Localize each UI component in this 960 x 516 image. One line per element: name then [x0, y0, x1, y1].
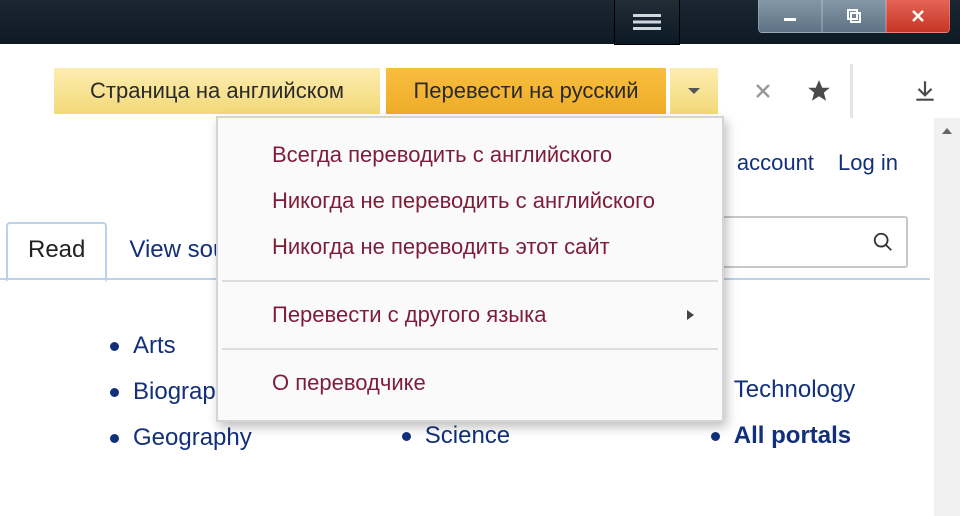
translate-toolbar: Страница на английском Перевести на русс…: [0, 64, 960, 120]
search-box[interactable]: [706, 216, 908, 268]
menu-divider: [222, 280, 718, 282]
bookmark-button[interactable]: [796, 68, 842, 114]
star-icon: [806, 78, 832, 104]
close-icon: [754, 82, 772, 100]
chevron-down-icon: [687, 86, 701, 96]
menu-never-translate-site[interactable]: Никогда не переводить этот сайт: [218, 224, 722, 270]
close-button[interactable]: [886, 0, 950, 33]
scrollbar[interactable]: [934, 118, 960, 516]
dismiss-toolbar-button[interactable]: [740, 68, 786, 114]
minimize-button[interactable]: [758, 0, 822, 33]
portal-link[interactable]: Geography: [110, 424, 252, 452]
create-account-link[interactable]: account: [737, 150, 814, 175]
window-controls: [758, 0, 950, 33]
downloads-button[interactable]: [908, 74, 942, 108]
maximize-button[interactable]: [822, 0, 886, 33]
app-menu-button[interactable]: [614, 0, 680, 45]
window-titlebar: [0, 0, 960, 44]
portal-link[interactable]: Science: [402, 422, 561, 450]
portal-link[interactable]: Technology: [711, 376, 855, 404]
menu-never-translate-lang[interactable]: Никогда не переводить с английского: [218, 178, 722, 224]
page-language-label: Страница на английском: [54, 68, 380, 114]
search-icon: [872, 231, 894, 253]
translate-options-menu: Всегда переводить с английского Никогда …: [216, 116, 724, 422]
menu-always-translate[interactable]: Всегда переводить с английского: [218, 132, 722, 178]
menu-about-translator[interactable]: О переводчике: [218, 360, 722, 406]
scroll-up-button[interactable]: [934, 118, 960, 144]
portal-link-all[interactable]: All portals: [711, 422, 855, 450]
translate-button[interactable]: Перевести на русский: [386, 68, 666, 114]
tab-read[interactable]: Read: [6, 222, 107, 282]
translate-options-dropdown[interactable]: [670, 68, 718, 114]
menu-translate-from-other[interactable]: Перевести с другого языка: [218, 292, 722, 338]
login-link[interactable]: Log in: [838, 150, 898, 175]
download-icon: [912, 78, 938, 104]
menu-divider: [222, 348, 718, 350]
account-links: account Log in: [719, 150, 898, 176]
